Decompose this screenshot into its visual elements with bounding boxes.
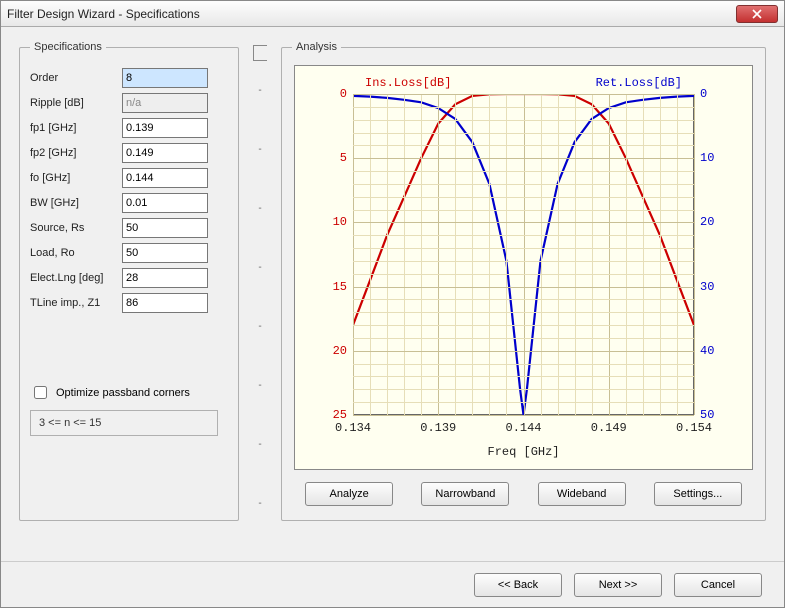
x-tick: 0.134 [335,421,371,435]
panel-divider: - - - - - - - - [249,41,271,553]
spec-row-elen: Elect.Lng [deg] [30,268,228,288]
spec-row-fp2: fp2 [GHz] [30,143,228,163]
yl-tick: 20 [333,344,347,358]
x-tick: 0.144 [505,421,541,435]
spec-row-z1: TLine imp., Z1 [30,293,228,313]
narrowband-button[interactable]: Narrowband [421,482,509,506]
settings-button[interactable]: Settings... [654,482,742,506]
optimize-checkbox[interactable] [34,386,47,399]
spec-row-ripple: Ripple [dB] [30,93,228,113]
spec-label-fo: fo [GHz] [30,172,122,184]
spec-input-fp2[interactable] [122,143,208,163]
ins-loss-label: Ins.Loss[dB] [365,76,451,90]
spec-row-fo: fo [GHz] [30,168,228,188]
app-window: Filter Design Wizard - Specifications Sp… [0,0,785,608]
back-button[interactable]: << Back [474,573,562,597]
order-constraint: 3 <= n <= 15 [30,410,218,436]
yr-tick: 10 [700,151,714,165]
spec-input-order[interactable] [122,68,208,88]
spec-label-bw: BW [GHz] [30,197,122,209]
wizard-footer: << Back Next >> Cancel [1,561,784,607]
collapse-toggle[interactable] [253,45,267,61]
optimize-row: Optimize passband corners [30,383,228,402]
cancel-button[interactable]: Cancel [674,573,762,597]
yr-tick: 50 [700,408,714,422]
specifications-group: Specifications Order Ripple [dB] fp1 [GHz]… [19,41,239,521]
x-tick: 0.139 [420,421,456,435]
analysis-buttons: Analyze Narrowband Wideband Settings... [292,478,755,510]
spec-label-load: Load, Ro [30,247,122,259]
yl-tick: 10 [333,215,347,229]
close-button[interactable] [736,5,778,23]
specifications-legend: Specifications [30,41,106,53]
spec-label-ripple: Ripple [dB] [30,97,122,109]
analyze-button[interactable]: Analyze [305,482,393,506]
chart-area: Ins.Loss[dB] Ret.Loss[dB] 0.1340.1390.14… [294,65,753,470]
spec-input-fo[interactable] [122,168,208,188]
spec-input-elen[interactable] [122,268,208,288]
x-axis-label: Freq [GHz] [487,445,559,459]
analysis-legend: Analysis [292,41,341,53]
wideband-button[interactable]: Wideband [538,482,626,506]
spec-label-source: Source, Rs [30,222,122,234]
spec-input-z1[interactable] [122,293,208,313]
spec-row-order: Order [30,68,228,88]
spec-input-ripple [122,93,208,113]
spec-label-elen: Elect.Lng [deg] [30,272,122,284]
yr-tick: 0 [700,87,707,101]
spec-input-source[interactable] [122,218,208,238]
yl-tick: 15 [333,280,347,294]
yl-tick: 5 [340,151,347,165]
spec-input-fp1[interactable] [122,118,208,138]
analysis-group: Analysis Ins.Loss[dB] Ret.Loss[dB] 0.134… [281,41,766,521]
yr-tick: 40 [700,344,714,358]
ret-loss-label: Ret.Loss[dB] [596,76,682,90]
spec-label-fp1: fp1 [GHz] [30,122,122,134]
spec-input-load[interactable] [122,243,208,263]
plot-grid: 0.1340.1390.1440.1490.154051015202501020… [353,94,694,415]
titlebar: Filter Design Wizard - Specifications [1,1,784,27]
window-title: Filter Design Wizard - Specifications [7,7,736,21]
yl-tick: 0 [340,87,347,101]
optimize-label: Optimize passband corners [56,387,190,399]
yr-tick: 20 [700,215,714,229]
close-icon [752,9,762,19]
spec-row-fp1: fp1 [GHz] [30,118,228,138]
x-tick: 0.154 [676,421,712,435]
spec-row-bw: BW [GHz] [30,193,228,213]
yr-tick: 30 [700,280,714,294]
yl-tick: 25 [333,408,347,422]
spec-input-bw[interactable] [122,193,208,213]
next-button[interactable]: Next >> [574,573,662,597]
spec-label-fp2: fp2 [GHz] [30,147,122,159]
spec-label-order: Order [30,72,122,84]
spec-label-z1: TLine imp., Z1 [30,297,122,309]
x-tick: 0.149 [591,421,627,435]
spec-row-source: Source, Rs [30,218,228,238]
content-area: Specifications Order Ripple [dB] fp1 [GHz]… [1,27,784,561]
spec-row-load: Load, Ro [30,243,228,263]
